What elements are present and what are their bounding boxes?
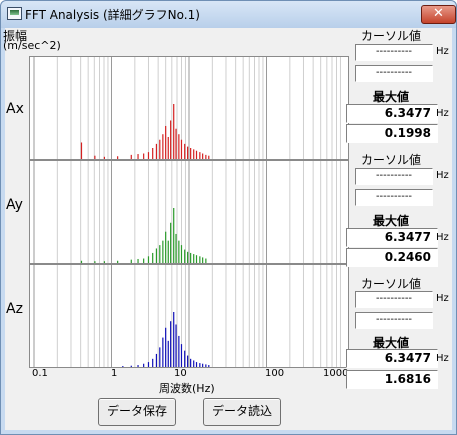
hz-unit-cursor-ax: Hz [436,46,449,57]
x-axis-label: 周波数(Hz) [159,382,215,395]
channel-label-ax: Ax [6,101,24,117]
hz-unit-max-az: Hz [436,353,449,364]
x-tick-0.1: 0.1 [32,368,48,379]
channel-label-az: Az [6,301,23,317]
title-bar[interactable]: FFT Analysis (詳細グラフNo.1) ✕ [1,1,456,28]
cursor-label-ay: カーソル値 [361,153,422,167]
close-button[interactable]: ✕ [421,5,456,24]
x-tick-1000: 1000 [323,368,349,379]
cursor-freq-az: ---------- [355,291,433,308]
x-tick-100: 100 [265,368,285,379]
x-tick-1: 1 [111,368,118,379]
window-title: FFT Analysis (詳細グラフNo.1) [25,8,200,22]
y-unit: (m/sec^2) [3,39,61,52]
app-icon [7,7,22,20]
cursor-value-az: ---------- [355,312,433,329]
plot-az[interactable] [29,264,349,368]
max-freq-ay: 6.3477 [346,228,438,247]
max-value-ay: 0.2460 [346,248,438,267]
hz-unit-cursor-az: Hz [436,293,449,304]
cursor-label-az: カーソル値 [361,277,422,291]
app-window: FFT Analysis (詳細グラフNo.1) ✕ 振幅 (m/sec^2) … [0,0,457,435]
max-value-ax: 0.1998 [346,124,438,143]
max-value-az: 1.6816 [346,370,438,389]
max-freq-ax: 6.3477 [346,104,438,123]
hz-unit-cursor-ay: Hz [436,170,449,181]
cursor-label-ax: カーソル値 [361,29,422,43]
plot-ax[interactable] [29,56,349,160]
spectrum-az [33,265,341,367]
max-label-ay: 最大値 [373,214,410,228]
max-label-ax: 最大値 [373,90,410,104]
max-freq-az: 6.3477 [346,349,438,368]
load-data-button[interactable]: データ読込 [203,398,281,426]
cursor-freq-ax: ---------- [355,44,433,61]
cursor-value-ax: ---------- [355,65,433,82]
hz-unit-max-ax: Hz [436,108,449,119]
channel-label-ay: Ay [6,197,23,213]
spectrum-ay [33,161,341,263]
x-tick-10: 10 [174,368,187,379]
cursor-value-ay: ---------- [355,189,433,206]
hz-unit-max-ay: Hz [436,232,449,243]
plot-ay[interactable] [29,160,349,264]
spectrum-ax [33,57,341,159]
save-data-button[interactable]: データ保存 [98,398,176,426]
cursor-freq-ay: ---------- [355,168,433,185]
client-area: 振幅 (m/sec^2) Ax Ay Az 0.1 1 10 100 1000 … [3,28,452,430]
